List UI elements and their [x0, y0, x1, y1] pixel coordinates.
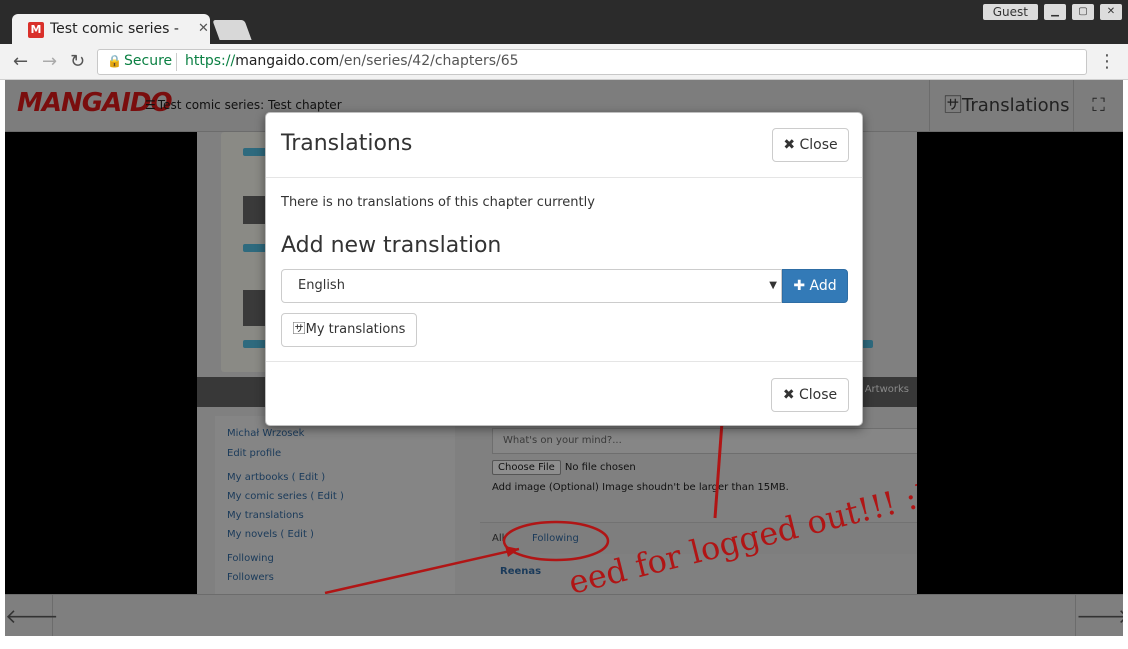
translate-icon: 🈂 — [944, 95, 962, 116]
browser-toolbar: ← → ↻ 🔒 Secure https://mangaido.com/en/s… — [0, 44, 1128, 80]
annotation-text: eed for logged out!!! :D — [565, 472, 917, 594]
annotation-line — [713, 421, 724, 519]
no-translations-message: There is no translations of this chapter… — [281, 195, 595, 210]
language-selected-value: English — [298, 278, 345, 293]
language-select[interactable]: English ▼ — [281, 269, 782, 303]
browser-tab[interactable]: M Test comic series - T ✕ — [12, 14, 210, 44]
my-translations-button[interactable]: 🈂My translations — [281, 313, 417, 347]
annotation-arrow — [324, 547, 520, 594]
annotation-circle — [502, 520, 610, 562]
close-icon: ✖ — [782, 387, 795, 403]
address-bar[interactable]: 🔒 Secure https://mangaido.com/en/series/… — [97, 49, 1087, 75]
maximize-icon[interactable]: ▢ — [1072, 4, 1094, 20]
reload-icon[interactable]: ↻ — [70, 51, 85, 72]
dropdown-caret-icon: ▼ — [769, 280, 777, 291]
forward-arrow-icon[interactable]: → — [42, 51, 57, 72]
url-host: mangaido.com — [235, 53, 340, 69]
chapter-title-link[interactable]: ☰ Test comic series: Test chapter — [145, 98, 342, 112]
guest-profile-button[interactable]: Guest — [982, 4, 1038, 20]
close-button-bottom[interactable]: ✖ Close — [771, 378, 849, 412]
back-arrow-icon[interactable]: ← — [13, 51, 28, 72]
close-icon: ✖ — [783, 137, 796, 153]
lock-icon: 🔒 — [107, 54, 122, 68]
annotation-arrowhead — [505, 546, 519, 557]
minimize-icon[interactable]: ▁ — [1044, 4, 1066, 20]
translations-nav-label: Translations — [962, 95, 1070, 116]
modal-title: Translations — [281, 131, 413, 156]
new-tab-button[interactable] — [212, 20, 252, 40]
tab-close-icon[interactable]: ✕ — [198, 21, 209, 36]
translations-modal: Translations ✖ Close There is no transla… — [265, 112, 863, 426]
fullscreen-icon[interactable]: ⛶ — [1073, 80, 1123, 132]
close-label: Close — [799, 387, 838, 403]
mangaido-favicon-icon: M — [28, 22, 44, 38]
browser-tab-strip: M Test comic series - T ✕ Guest ▁ ▢ ✕ — [0, 0, 1128, 44]
close-button-top[interactable]: ✖ Close — [772, 128, 849, 162]
omnibox-divider — [176, 53, 177, 71]
browser-menu-icon[interactable]: ⋮ — [1098, 51, 1116, 72]
my-translations-label: My translations — [305, 322, 406, 337]
window-close-icon[interactable]: ✕ — [1100, 4, 1122, 20]
url-path: /en/series/42/chapters/65 — [339, 53, 519, 69]
add-label: Add — [809, 278, 837, 294]
previous-page-arrow-icon[interactable]: 🡐 — [5, 595, 59, 636]
page-navigation-bar: 🡐 🡒 — [5, 594, 1123, 636]
next-page-arrow-icon[interactable]: 🡒 — [1075, 595, 1123, 636]
plus-icon: ✚ — [793, 278, 806, 294]
close-label: Close — [799, 137, 838, 153]
tab-title: Test comic series - T — [50, 21, 180, 37]
modal-header: Translations ✖ Close — [266, 113, 862, 178]
window-controls: Guest ▁ ▢ ✕ — [982, 4, 1122, 20]
url-scheme: https:// — [185, 53, 236, 69]
translate-icon: 🈂 — [292, 322, 306, 337]
translations-nav-button[interactable]: 🈂Translations — [929, 80, 1071, 132]
secure-label: Secure — [124, 53, 173, 69]
add-translation-heading: Add new translation — [281, 233, 502, 258]
modal-body: There is no translations of this chapter… — [266, 178, 862, 362]
list-icon: ☰ — [145, 98, 156, 112]
chapter-title-text: Test comic series: Test chapter — [157, 98, 342, 112]
add-translation-button[interactable]: ✚ Add — [782, 269, 848, 303]
url-text: https://mangaido.com/en/series/42/chapte… — [185, 53, 519, 69]
